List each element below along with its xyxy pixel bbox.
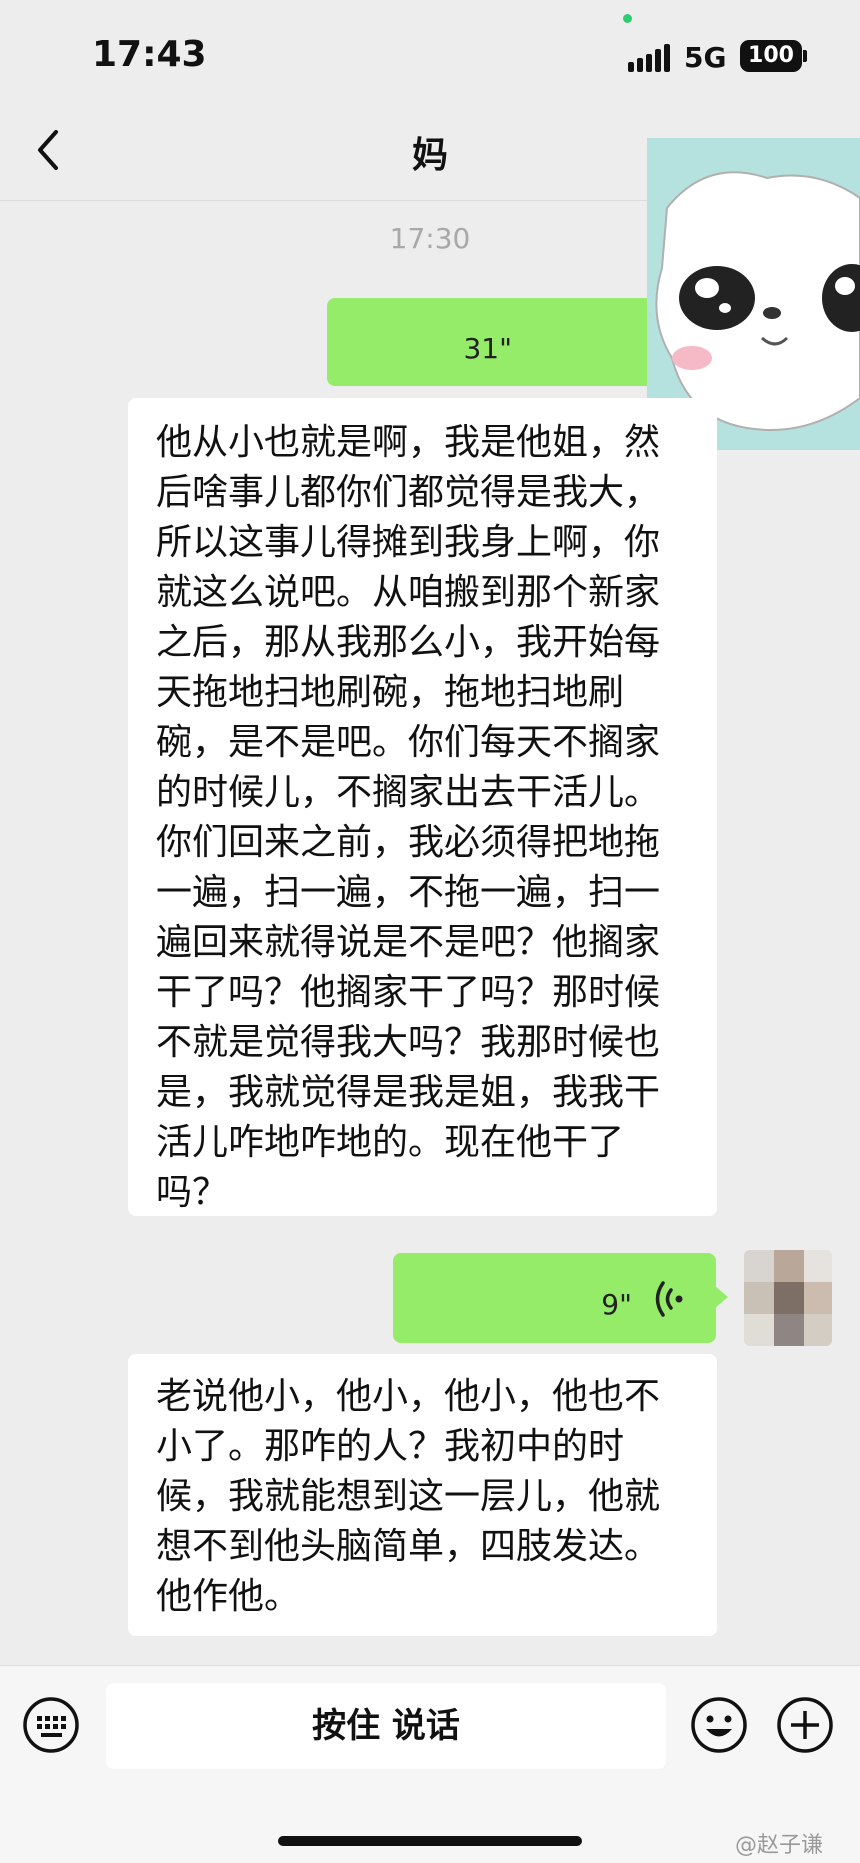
voice-duration: 9" xyxy=(601,1288,632,1321)
battery-icon: 100 xyxy=(740,40,802,72)
message-text: 老说他小，他小，他小，他也不小了。那咋的人？我初中的时候，我就能想到这一层儿，他… xyxy=(156,1376,661,1617)
signal-icon xyxy=(628,42,672,72)
status-bar: 17:43 5G 100 xyxy=(0,0,860,100)
emoji-button[interactable] xyxy=(690,1696,748,1754)
battery-tip xyxy=(803,50,807,62)
bubble-tail xyxy=(715,1286,728,1308)
battery-level: 100 xyxy=(748,43,794,68)
incoming-text-bubble[interactable]: 他从小也就是啊，我是他姐，然后啥事儿都你们都觉得是我大，所以这事儿得摊到我身上啊… xyxy=(128,398,717,1216)
avatar[interactable] xyxy=(744,1250,832,1346)
status-time: 17:43 xyxy=(92,34,207,75)
network-type: 5G xyxy=(684,41,727,74)
voice-duration: 31" xyxy=(463,332,512,365)
keyboard-toggle-button[interactable] xyxy=(22,1696,80,1754)
message-text: 他从小也就是啊，我是他姐，然后啥事儿都你们都觉得是我大，所以这事儿得摊到我身上啊… xyxy=(156,422,661,1213)
voice-wave-icon xyxy=(655,1281,683,1317)
camera-indicator-dot xyxy=(623,14,632,23)
hold-to-talk-button[interactable]: 按住 说话 xyxy=(106,1683,666,1769)
keyboard-icon xyxy=(23,1697,79,1753)
home-indicator xyxy=(278,1836,582,1846)
watermark: @赵子谦 xyxy=(735,1833,824,1858)
more-button[interactable] xyxy=(776,1696,834,1754)
voice-message-bubble[interactable]: 9" xyxy=(393,1253,728,1343)
voice-message-bubble[interactable]: 31" xyxy=(327,298,657,386)
smiley-icon xyxy=(691,1697,747,1753)
plus-icon xyxy=(777,1697,833,1753)
incoming-text-bubble[interactable]: 老说他小，他小，他小，他也不小了。那咋的人？我初中的时候，我就能想到这一层儿，他… xyxy=(128,1354,717,1636)
input-bar: 按住 说话 @赵子谦 xyxy=(0,1665,860,1863)
